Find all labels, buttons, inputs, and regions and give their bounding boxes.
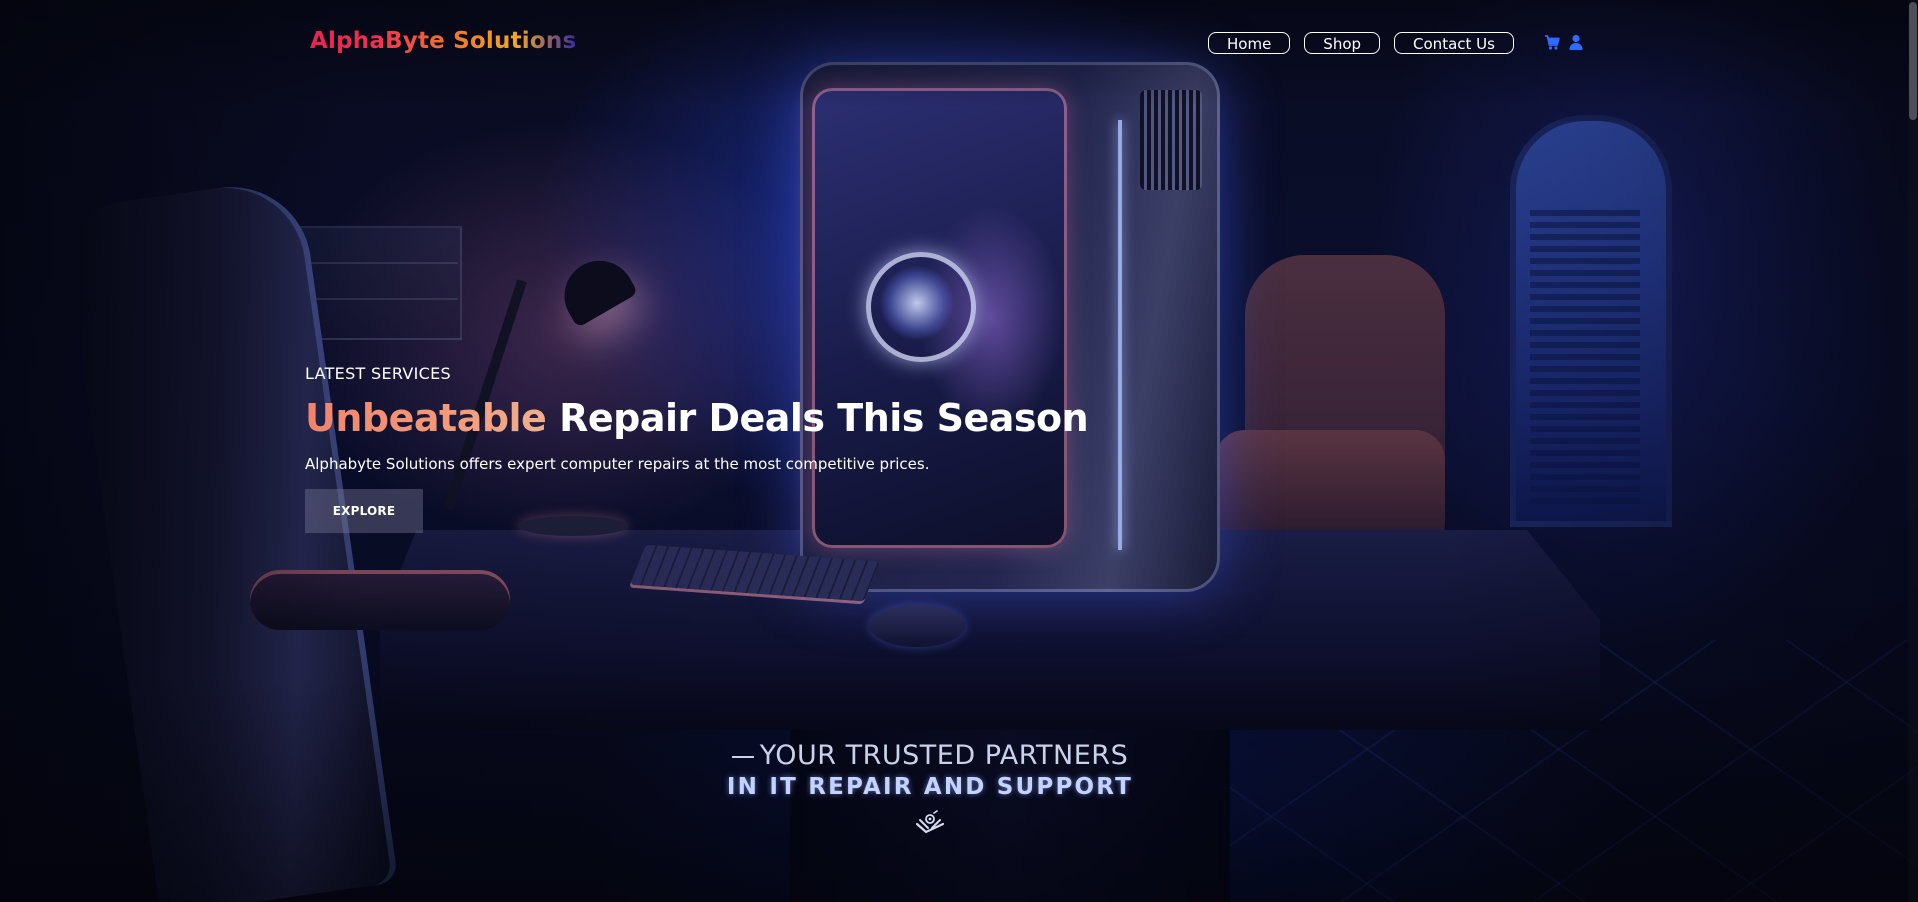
main-nav: Home Shop Contact Us bbox=[1208, 32, 1514, 54]
nav-shop-button[interactable]: Shop bbox=[1304, 32, 1381, 54]
tagline-line-2: IN IT REPAIR AND SUPPORT bbox=[726, 774, 1134, 800]
nav-contact-button[interactable]: Contact Us bbox=[1394, 32, 1514, 54]
site-header: AlphaByte Solutions Home Shop Contact Us bbox=[0, 0, 1918, 88]
explore-button[interactable]: EXPLORE bbox=[305, 489, 423, 533]
hero-headline: Unbeatable Repair Deals This Season bbox=[305, 395, 1205, 441]
user-icon[interactable] bbox=[1568, 34, 1584, 51]
headline-accent: Unbeatable bbox=[305, 396, 547, 440]
tagline-line-1: YOUR TRUSTED PARTNERS bbox=[720, 740, 1140, 772]
hero-eyebrow: LATEST SERVICES bbox=[305, 364, 451, 383]
wrench-emblem-icon bbox=[915, 810, 945, 834]
tagline-line-1-text: YOUR TRUSTED PARTNERS bbox=[759, 740, 1129, 771]
landing-page: AlphaByte Solutions Home Shop Contact Us… bbox=[0, 0, 1918, 902]
hero-subline: Alphabyte Solutions offers expert comput… bbox=[305, 455, 930, 473]
hero-section: LATEST SERVICES Unbeatable Repair Deals … bbox=[305, 364, 1205, 533]
nav-icon-group bbox=[1544, 34, 1584, 51]
brand-logo[interactable]: AlphaByte Solutions bbox=[310, 28, 576, 54]
tagline-dash bbox=[731, 755, 754, 758]
tagline-block: YOUR TRUSTED PARTNERS IN IT REPAIR AND S… bbox=[720, 740, 1140, 834]
page-scrollbar[interactable] bbox=[1908, 0, 1918, 902]
cart-icon[interactable] bbox=[1544, 34, 1560, 51]
nav-home-button[interactable]: Home bbox=[1208, 32, 1291, 54]
headline-rest: Repair Deals This Season bbox=[559, 396, 1089, 440]
scrollbar-thumb[interactable] bbox=[1909, 2, 1917, 120]
